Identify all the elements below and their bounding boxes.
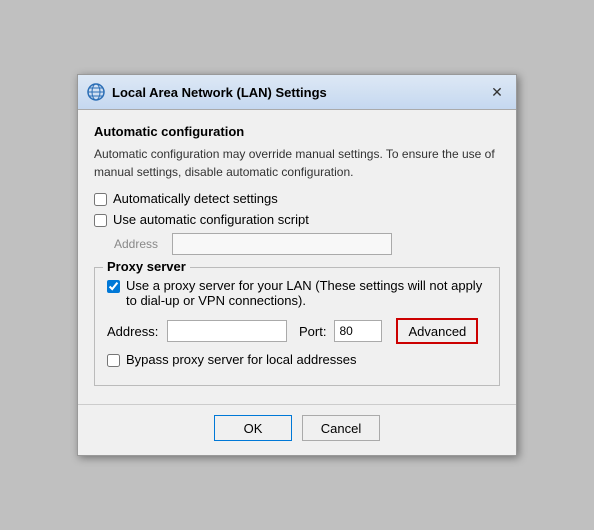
- bypass-checkbox[interactable]: [107, 354, 120, 367]
- bypass-row: Bypass proxy server for local addresses: [107, 352, 487, 367]
- use-script-checkbox[interactable]: [94, 214, 107, 227]
- proxy-server-label: Proxy server: [103, 259, 190, 274]
- ok-button[interactable]: OK: [214, 415, 292, 441]
- proxy-server-section: Proxy server Use a proxy server for your…: [94, 267, 500, 386]
- auto-config-label: Automatic configuration: [94, 124, 500, 139]
- dialog-title: Local Area Network (LAN) Settings: [112, 85, 486, 100]
- use-proxy-checkbox[interactable]: [107, 280, 120, 293]
- auto-config-description: Automatic configuration may override man…: [94, 145, 500, 181]
- use-proxy-row: Use a proxy server for your LAN (These s…: [107, 278, 487, 308]
- auto-address-row: Address: [114, 233, 500, 255]
- port-label: Port:: [299, 324, 326, 339]
- dialog-body: Automatic configuration Automatic config…: [78, 110, 516, 400]
- use-proxy-label[interactable]: Use a proxy server for your LAN (These s…: [126, 278, 487, 308]
- use-script-label[interactable]: Use automatic configuration script: [113, 212, 309, 227]
- auto-detect-label[interactable]: Automatically detect settings: [113, 191, 278, 206]
- dialog-icon: [86, 82, 106, 102]
- automatic-config-section: Automatic configuration Automatic config…: [94, 124, 500, 255]
- auto-address-input[interactable]: [172, 233, 392, 255]
- advanced-button[interactable]: Advanced: [396, 318, 478, 344]
- proxy-address-input[interactable]: [167, 320, 287, 342]
- auto-address-label: Address: [114, 237, 166, 251]
- auto-detect-row: Automatically detect settings: [94, 191, 500, 206]
- use-script-row: Use automatic configuration script: [94, 212, 500, 227]
- proxy-address-row: Address: Port: Advanced: [107, 318, 487, 344]
- close-button[interactable]: ✕: [486, 81, 508, 103]
- proxy-addr-label: Address:: [107, 324, 159, 339]
- dialog-footer: OK Cancel: [78, 404, 516, 455]
- auto-detect-checkbox[interactable]: [94, 193, 107, 206]
- title-bar: Local Area Network (LAN) Settings ✕: [78, 75, 516, 110]
- bypass-label[interactable]: Bypass proxy server for local addresses: [126, 352, 356, 367]
- cancel-button[interactable]: Cancel: [302, 415, 380, 441]
- lan-settings-dialog: Local Area Network (LAN) Settings ✕ Auto…: [77, 74, 517, 456]
- port-input[interactable]: [334, 320, 382, 342]
